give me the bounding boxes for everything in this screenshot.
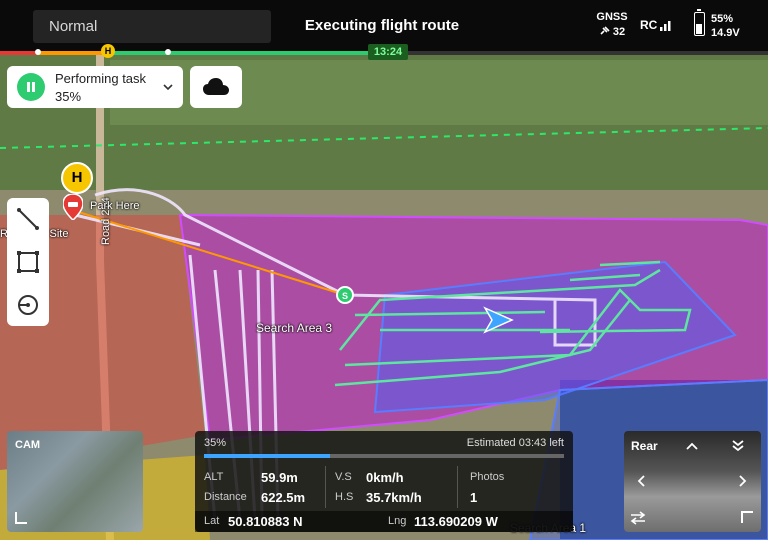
gnss-count-row: 32 <box>592 25 632 40</box>
area-tool-button[interactable] <box>7 241 49 283</box>
park-here-label: Park Here <box>90 200 140 212</box>
task-status-card[interactable]: Performing task 35% <box>7 66 183 108</box>
photos-label: Photos <box>470 471 505 483</box>
distance-label: Distance <box>204 491 247 503</box>
hs-label: H.S <box>335 491 354 503</box>
area-tool-icon <box>17 251 39 273</box>
timeline-segment-orange <box>38 51 108 55</box>
battery-readout[interactable]: 55% 14.9V <box>711 12 740 40</box>
alt-value: 59.9m <box>261 470 298 485</box>
target-tool-button[interactable] <box>7 284 49 326</box>
chevron-up-icon[interactable] <box>685 441 699 451</box>
lat-label: Lat <box>204 515 220 527</box>
telemetry-estimate: Estimated 03:43 left <box>466 437 564 449</box>
satellite-icon <box>600 26 610 35</box>
coordinates-row: Lat 50.810883 N Lng 113.690209 W <box>195 511 573 532</box>
gnss-count: 32 <box>612 26 626 38</box>
timeline-segment-green <box>108 51 368 55</box>
expand-icon[interactable] <box>15 512 27 524</box>
task-status: Performing task <box>55 71 147 86</box>
distance-value: 622.5m <box>261 490 306 505</box>
camera-preview[interactable]: CAM <box>7 431 143 532</box>
vs-value: 0km/h <box>366 470 404 485</box>
chevron-left-icon[interactable] <box>636 474 646 488</box>
hs-value: 35.7km/h <box>366 490 422 505</box>
cloud-button[interactable] <box>190 66 242 108</box>
rear-camera-label: Rear <box>631 439 658 453</box>
telemetry-progress-text: 35% <box>204 437 227 449</box>
telemetry-progress-fill <box>204 454 330 458</box>
battery-icon <box>694 9 705 36</box>
expand-icon[interactable] <box>741 511 753 523</box>
vs-label: V.S <box>335 471 352 483</box>
timeline-time: 13:24 <box>368 44 408 60</box>
home-point-marker[interactable]: H <box>61 162 93 194</box>
rear-camera-preview[interactable]: Rear <box>624 431 761 532</box>
divider <box>325 466 326 508</box>
battery-voltage: 14.9V <box>711 27 740 39</box>
line-tool-icon <box>17 208 39 230</box>
divider <box>457 466 458 508</box>
signal-bars-icon <box>660 21 671 31</box>
timeline-waypoint <box>35 49 41 55</box>
double-chevron-down-icon[interactable] <box>731 439 745 453</box>
pause-icon[interactable] <box>17 73 45 101</box>
lng-value: 113.690209 W <box>414 514 498 529</box>
lat-value: 50.810883 N <box>228 514 303 529</box>
camera-label: CAM <box>15 439 41 451</box>
battery-level-fill <box>696 24 702 34</box>
telemetry-progress-bar <box>204 454 564 458</box>
rc-label: RC <box>640 18 658 32</box>
start-marker-label: S <box>342 291 348 301</box>
flight-mode-selector[interactable]: Normal <box>33 10 271 43</box>
chevron-down-icon <box>163 84 173 91</box>
task-progress: 35% <box>55 89 82 104</box>
timeline-waypoint <box>165 49 171 55</box>
timeline-segment-red <box>0 51 38 55</box>
alt-label: ALT <box>204 471 224 483</box>
gnss-label: GNSS <box>596 11 628 23</box>
battery-percent: 55% <box>711 13 734 25</box>
car-pin-icon[interactable] <box>63 194 83 220</box>
search-area-label: Search Area 3 <box>256 321 333 335</box>
photos-value: 1 <box>470 490 478 505</box>
map-tool-palette <box>7 198 49 326</box>
line-tool-button[interactable] <box>7 198 49 240</box>
swap-icon[interactable] <box>630 511 646 525</box>
circle-target-icon <box>18 295 38 315</box>
gnss-status[interactable]: GNSS 32 <box>592 10 632 40</box>
lng-label: Lng <box>388 515 407 527</box>
cloud-icon <box>203 78 229 95</box>
chevron-right-icon[interactable] <box>738 474 748 488</box>
timeline-home-icon: H <box>101 44 115 58</box>
telemetry-panel: 35% Estimated 03:43 left ALT 59.9m V.S 0… <box>195 431 573 532</box>
